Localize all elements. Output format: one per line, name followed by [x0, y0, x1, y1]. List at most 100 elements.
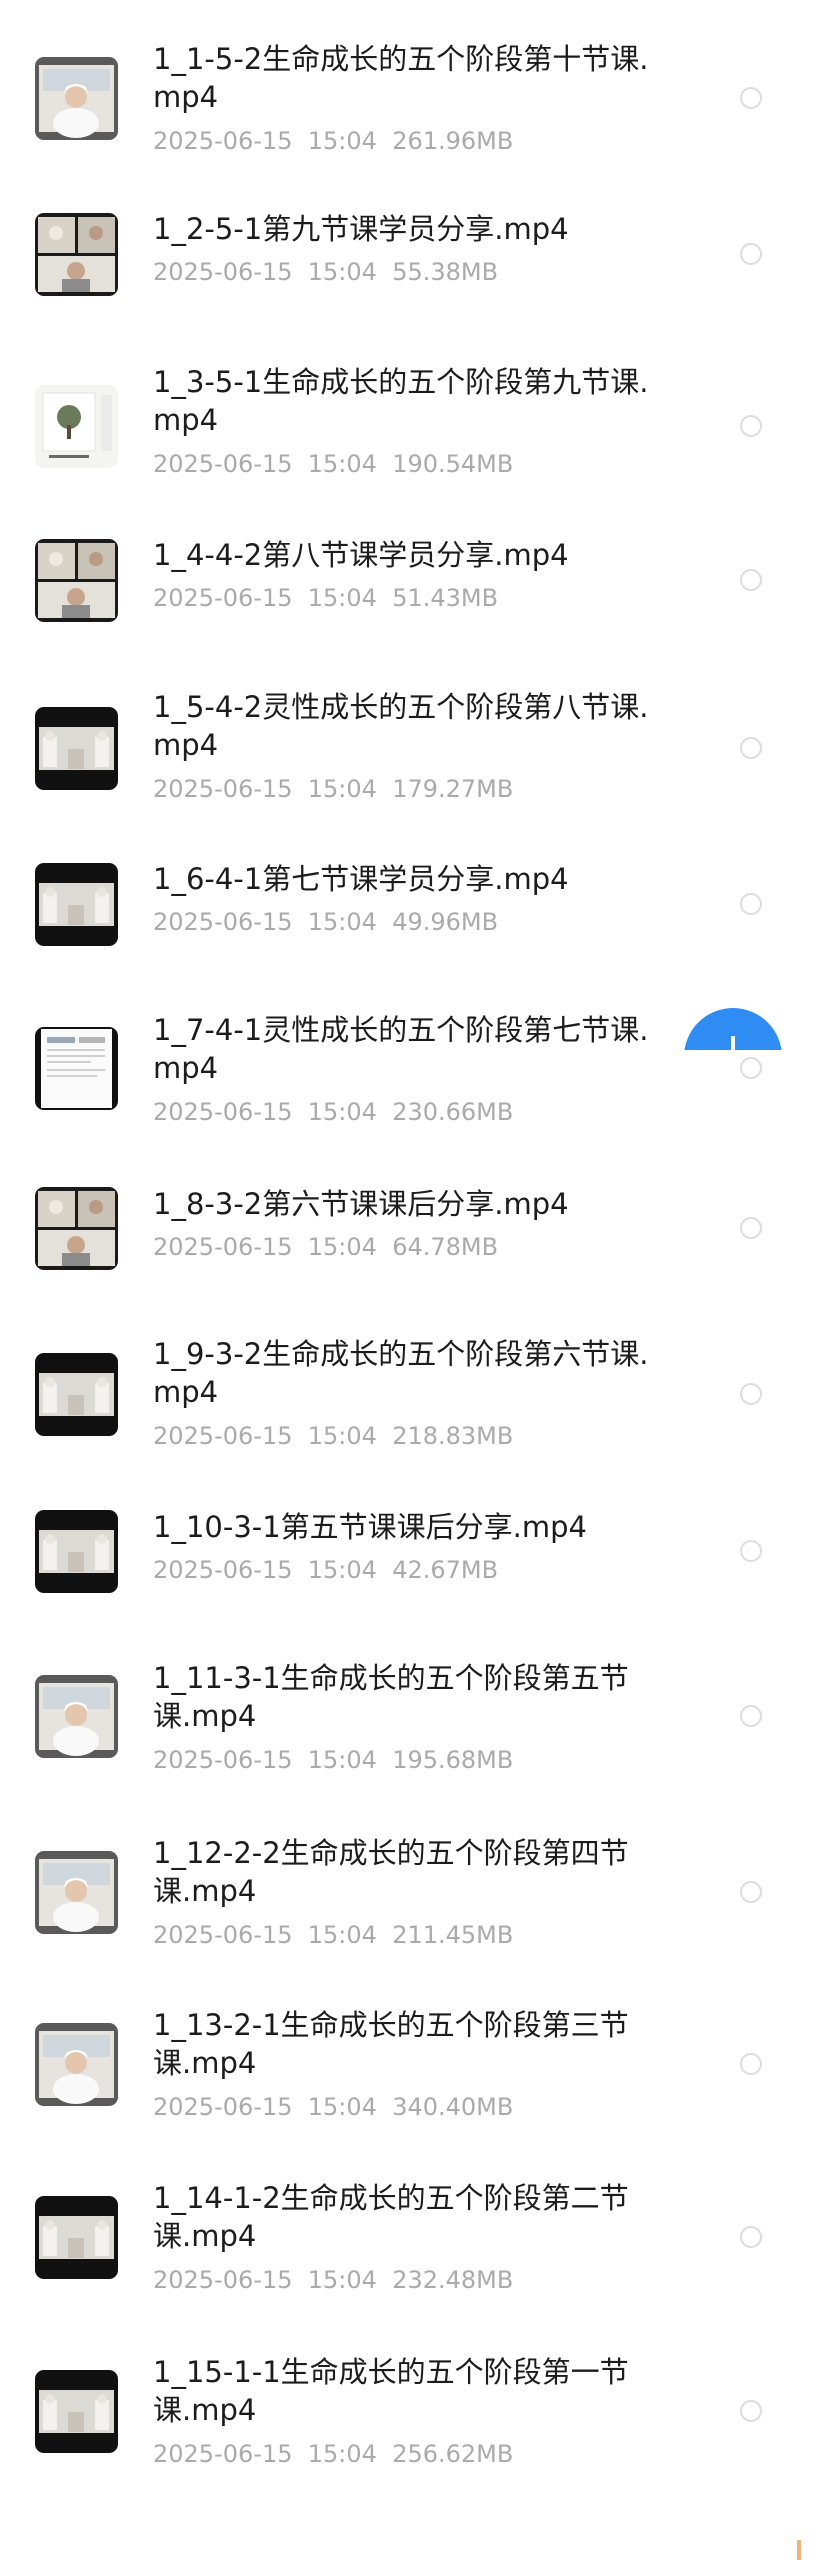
file-size: 195.68MB	[392, 1746, 514, 1774]
file-date: 2025-06-15	[153, 1921, 293, 1949]
file-name: 1_2-5-1第九节课学员分享.mp4	[153, 212, 569, 246]
file-meta: 2025-06-15 15:04 195.68MB	[153, 1745, 513, 1775]
file-size: 230.66MB	[392, 1098, 514, 1126]
file-name: 1_15-1-1生命成长的五个阶段第一节课.mp4	[153, 2355, 629, 2427]
video-thumbnail	[35, 1510, 118, 1593]
scroll-indicator	[797, 2540, 801, 2560]
select-radio[interactable]	[740, 1057, 762, 1079]
file-date: 2025-06-15	[153, 1422, 293, 1450]
video-thumbnail	[35, 539, 118, 622]
select-radio[interactable]	[740, 243, 762, 265]
file-meta: 2025-06-15 15:04 42.67MB	[153, 1555, 498, 1585]
file-meta: 2025-06-15 15:04 230.66MB	[153, 1097, 513, 1127]
file-size: 232.48MB	[392, 2266, 514, 2294]
select-radio[interactable]	[740, 2226, 762, 2248]
file-size: 190.54MB	[392, 450, 514, 478]
video-thumbnail	[35, 2196, 118, 2279]
file-time: 15:04	[307, 908, 377, 936]
file-name: 1_14-1-2生命成长的五个阶段第二节课.mp4	[153, 2181, 629, 2253]
video-thumbnail	[35, 707, 118, 790]
file-size: 218.83MB	[392, 1422, 514, 1450]
file-size: 261.96MB	[392, 127, 514, 155]
file-name: 1_1-5-2生命成长的五个阶段第十节课.mp4	[153, 42, 649, 114]
video-thumbnail	[35, 1353, 118, 1436]
file-date: 2025-06-15	[153, 2440, 293, 2468]
select-radio[interactable]	[740, 1383, 762, 1405]
file-name: 1_4-4-2第八节课学员分享.mp4	[153, 538, 569, 572]
file-time: 15:04	[307, 1233, 377, 1261]
file-date: 2025-06-15	[153, 775, 293, 803]
select-radio[interactable]	[740, 893, 762, 915]
select-radio[interactable]	[740, 1540, 762, 1562]
add-fab-button[interactable]	[684, 1008, 782, 1050]
select-radio[interactable]	[740, 2053, 762, 2075]
file-date: 2025-06-15	[153, 584, 293, 612]
file-time: 15:04	[307, 584, 377, 612]
file-meta: 2025-06-15 15:04 55.38MB	[153, 257, 498, 287]
file-date: 2025-06-15	[153, 127, 293, 155]
file-size: 51.43MB	[392, 584, 499, 612]
file-name: 1_5-4-2灵性成长的五个阶段第八节课.mp4	[153, 690, 649, 762]
select-radio[interactable]	[740, 569, 762, 591]
file-size: 179.27MB	[392, 775, 514, 803]
file-time: 15:04	[307, 775, 377, 803]
video-thumbnail	[35, 57, 118, 140]
file-meta: 2025-06-15 15:04 51.43MB	[153, 583, 498, 613]
select-radio[interactable]	[740, 737, 762, 759]
file-meta: 2025-06-15 15:04 256.62MB	[153, 2439, 513, 2469]
video-thumbnail	[35, 1187, 118, 1270]
video-thumbnail	[35, 2370, 118, 2453]
video-thumbnail	[35, 385, 118, 468]
file-size: 64.78MB	[392, 1233, 499, 1261]
file-time: 15:04	[307, 2266, 377, 2294]
file-date: 2025-06-15	[153, 2093, 293, 2121]
file-meta: 2025-06-15 15:04 64.78MB	[153, 1232, 498, 1262]
file-date: 2025-06-15	[153, 1746, 293, 1774]
file-meta: 2025-06-15 15:04 179.27MB	[153, 774, 513, 804]
file-time: 15:04	[307, 1746, 377, 1774]
select-radio[interactable]	[740, 2400, 762, 2422]
video-thumbnail	[35, 863, 118, 946]
file-date: 2025-06-15	[153, 908, 293, 936]
file-date: 2025-06-15	[153, 1556, 293, 1584]
select-radio[interactable]	[740, 1705, 762, 1727]
file-name: 1_7-4-1灵性成长的五个阶段第七节课.mp4	[153, 1013, 649, 1085]
file-time: 15:04	[307, 1098, 377, 1126]
file-name: 1_3-5-1生命成长的五个阶段第九节课.mp4	[153, 365, 649, 437]
file-size: 211.45MB	[392, 1921, 514, 1949]
select-radio[interactable]	[740, 415, 762, 437]
file-meta: 2025-06-15 15:04 261.96MB	[153, 126, 513, 156]
file-time: 15:04	[307, 2093, 377, 2121]
file-size: 256.62MB	[392, 2440, 514, 2468]
file-name: 1_9-3-2生命成长的五个阶段第六节课.mp4	[153, 1337, 649, 1409]
file-meta: 2025-06-15 15:04 232.48MB	[153, 2265, 513, 2295]
file-meta: 2025-06-15 15:04 49.96MB	[153, 907, 498, 937]
select-radio[interactable]	[740, 87, 762, 109]
file-date: 2025-06-15	[153, 2266, 293, 2294]
file-size: 42.67MB	[392, 1556, 499, 1584]
file-time: 15:04	[307, 127, 377, 155]
file-date: 2025-06-15	[153, 450, 293, 478]
file-size: 55.38MB	[392, 258, 499, 286]
file-time: 15:04	[307, 1921, 377, 1949]
plus-icon	[731, 1036, 735, 1050]
file-name: 1_8-3-2第六节课课后分享.mp4	[153, 1187, 569, 1221]
file-time: 15:04	[307, 1422, 377, 1450]
file-time: 15:04	[307, 1556, 377, 1584]
file-meta: 2025-06-15 15:04 190.54MB	[153, 449, 513, 479]
select-radio[interactable]	[740, 1881, 762, 1903]
video-thumbnail	[35, 1851, 118, 1934]
select-radio[interactable]	[740, 1217, 762, 1239]
file-time: 15:04	[307, 450, 377, 478]
video-thumbnail	[35, 1675, 118, 1758]
file-name: 1_10-3-1第五节课课后分享.mp4	[153, 1510, 588, 1544]
file-date: 2025-06-15	[153, 1233, 293, 1261]
file-time: 15:04	[307, 258, 377, 286]
file-meta: 2025-06-15 15:04 211.45MB	[153, 1920, 513, 1950]
file-size: 340.40MB	[392, 2093, 514, 2121]
video-thumbnail	[35, 213, 118, 296]
file-name: 1_13-2-1生命成长的五个阶段第三节课.mp4	[153, 2008, 629, 2080]
file-date: 2025-06-15	[153, 258, 293, 286]
video-thumbnail	[35, 2023, 118, 2106]
file-name: 1_6-4-1第七节课学员分享.mp4	[153, 862, 569, 896]
